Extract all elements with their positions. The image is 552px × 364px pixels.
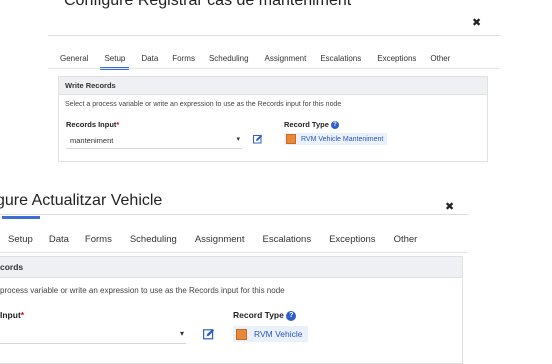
tab-bar: Setup Data Forms Scheduling Assignment E… (8, 234, 417, 245)
tab-scheduling[interactable]: Scheduling (209, 54, 249, 63)
tab-assignment[interactable]: Assignment (265, 54, 307, 63)
record-type-value: RVM Vehicle (254, 329, 303, 339)
tab-escalations[interactable]: Escalations (262, 234, 311, 245)
tab-setup[interactable]: Setup (8, 234, 33, 245)
close-icon[interactable]: ✖ (445, 200, 454, 213)
dialog-configure-registrar: Configure Registrar cas de manteniment ✖… (48, 0, 500, 170)
tab-data[interactable]: Data (141, 54, 158, 63)
tab-exceptions[interactable]: Exceptions (377, 54, 416, 63)
tabs-divider (0, 252, 468, 253)
tab-setup[interactable]: Setup (100, 54, 130, 70)
tabs-divider (48, 68, 500, 69)
section-description: Select a process variable or write an ex… (65, 101, 342, 108)
tab-scheduling[interactable]: Scheduling (130, 234, 177, 245)
active-tab-indicator (2, 216, 40, 219)
edit-icon[interactable] (203, 328, 215, 340)
close-icon[interactable]: ✖ (472, 16, 481, 29)
record-type-value: RVM Vehicle Manteniment (301, 135, 384, 143)
edit-icon[interactable] (253, 134, 263, 144)
records-input-value: manteniment (70, 136, 114, 145)
record-type-chip[interactable]: RVM Vehicle Manteniment (284, 133, 388, 145)
tab-assignment[interactable]: Assignment (195, 234, 245, 245)
tab-other[interactable]: Other (430, 54, 450, 63)
title-divider (48, 35, 500, 36)
dialog-configure-actualitzar: gure Actualitzar Vehicle ✖ Setup Data Fo… (0, 190, 468, 364)
title-divider (0, 214, 468, 215)
tab-exceptions[interactable]: Exceptions (329, 234, 375, 245)
write-records-section: cords process variable or write an expre… (0, 256, 463, 364)
tab-bar: General Setup Data Forms Scheduling Assi… (60, 54, 450, 70)
dialog-title: gure Actualitzar Vehicle (0, 192, 163, 209)
records-input-label: Records Input* (66, 120, 120, 129)
chevron-down-icon: ▾ (179, 329, 184, 338)
dialog-title: Configure Registrar cas de manteniment (64, 0, 352, 9)
tab-escalations[interactable]: Escalations (320, 54, 361, 63)
tab-forms[interactable]: Forms (85, 234, 112, 245)
record-type-icon (286, 134, 296, 144)
records-input-select[interactable]: manteniment ▾ (66, 134, 242, 149)
section-description: process variable or write an expression … (0, 286, 285, 295)
record-type-icon (236, 328, 247, 340)
tab-general[interactable]: General (60, 54, 88, 63)
write-records-section: Write Records Select a process variable … (58, 76, 488, 162)
tab-other[interactable]: Other (394, 234, 418, 245)
record-type-label: Record Type ? (233, 310, 297, 321)
tab-forms[interactable]: Forms (172, 54, 195, 63)
section-title: Write Records (59, 77, 487, 95)
section-title: cords (0, 257, 462, 278)
record-type-chip[interactable]: RVM Vehicle (233, 326, 308, 342)
record-type-label: Record Type ? (284, 120, 339, 130)
records-input-select[interactable]: ▾ (0, 327, 186, 344)
help-icon[interactable]: ? (286, 310, 297, 321)
tab-data[interactable]: Data (49, 234, 69, 245)
chevron-down-icon: ▾ (236, 136, 240, 143)
help-icon[interactable]: ? (330, 121, 339, 130)
records-input-label: Input* (0, 310, 25, 320)
